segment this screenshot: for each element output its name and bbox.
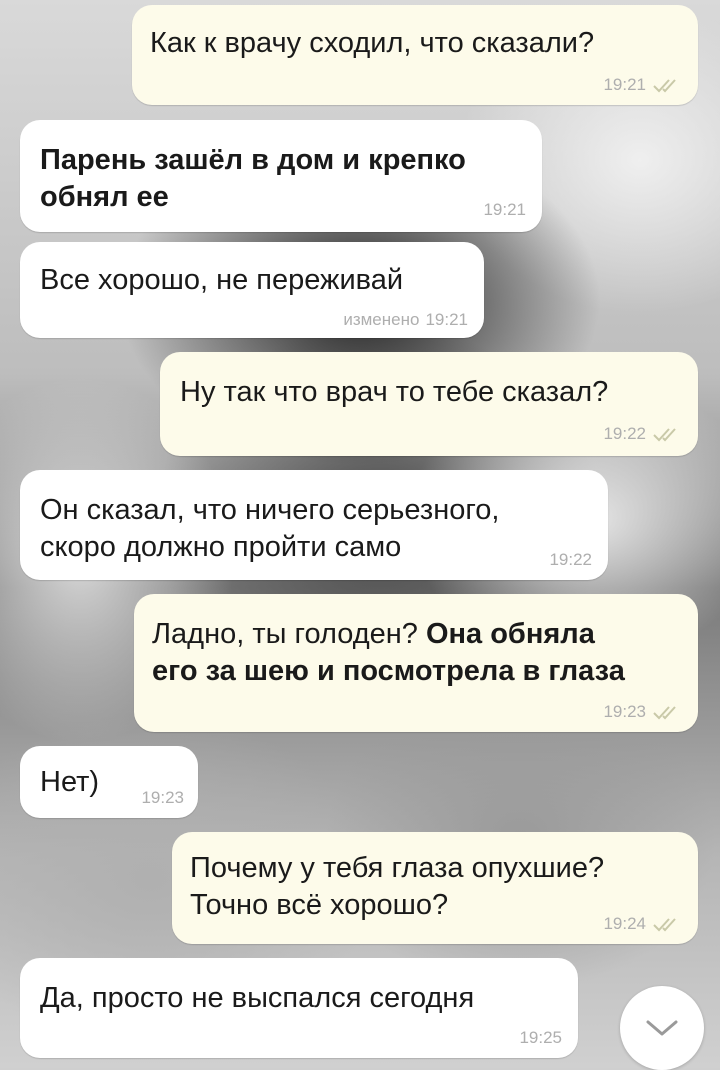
- message-text: Нет): [40, 766, 100, 798]
- message-meta: изменено 19:21: [343, 310, 468, 330]
- bold-text: Она обняла: [425, 618, 595, 650]
- message-list[interactable]: Как к врачу сходил, что сказали? 19:21 П…: [0, 0, 720, 1068]
- message-meta: 19:25: [519, 1028, 562, 1048]
- message-line: обнял ее: [40, 181, 169, 213]
- message-time: 19:21: [425, 310, 468, 329]
- message-line: Точно всё хорошо?: [190, 889, 449, 921]
- incoming-message[interactable]: Парень зашёл в дом и крепко обнял ее 19:…: [20, 120, 542, 232]
- message-meta: 19:22: [549, 550, 592, 570]
- message-text: Он сказал, что ничего серьезного, скоро …: [40, 492, 499, 566]
- scroll-to-bottom-button[interactable]: [620, 986, 704, 1070]
- double-check-icon: [653, 706, 676, 720]
- message-text: Ну так что врач то тебе сказал?: [180, 376, 609, 408]
- message-text: Почему у тебя глаза опухшие? Точно всё х…: [190, 850, 604, 924]
- message-line: Почему у тебя глаза опухшие?: [190, 852, 605, 884]
- message-meta: 19:23: [603, 702, 682, 722]
- message-text: Ладно, ты голоден? Она обняла его за шею…: [152, 616, 625, 690]
- chevron-down-icon: [646, 1020, 678, 1036]
- message-time: 19:22: [603, 424, 646, 443]
- message-line: Ладно, ты голоден? Она обняла: [152, 616, 625, 653]
- incoming-message[interactable]: Все хорошо, не переживай изменено 19:21: [20, 242, 484, 338]
- plain-text: Ладно, ты голоден?: [152, 618, 426, 650]
- message-time: 19:21: [603, 75, 646, 94]
- outgoing-message[interactable]: Как к врачу сходил, что сказали? 19:21: [132, 5, 698, 105]
- message-time: 19:23: [603, 702, 646, 721]
- message-time: 19:23: [141, 788, 184, 807]
- message-meta: 19:23: [141, 788, 184, 808]
- message-text: Парень зашёл в дом и крепко обнял ее: [40, 142, 466, 216]
- message-line: Он сказал, что ничего серьезного,: [40, 494, 500, 526]
- message-meta: 19:22: [603, 424, 682, 444]
- message-text: Как к врачу сходил, что сказали?: [150, 27, 595, 59]
- incoming-message[interactable]: Он сказал, что ничего серьезного, скоро …: [20, 470, 608, 580]
- message-time: 19:22: [549, 550, 592, 569]
- message-line: скоро должно пройти само: [40, 531, 402, 563]
- message-line: Парень зашёл в дом и крепко: [40, 144, 466, 176]
- outgoing-message[interactable]: Ну так что врач то тебе сказал? 19:22: [160, 352, 698, 456]
- message-meta: 19:21: [483, 200, 526, 220]
- message-time: 19:21: [483, 200, 526, 219]
- message-time: 19:25: [519, 1028, 562, 1047]
- incoming-message[interactable]: Нет) 19:23: [20, 746, 198, 818]
- edited-label: изменено: [343, 310, 420, 329]
- double-check-icon: [653, 918, 676, 932]
- outgoing-message[interactable]: Ладно, ты голоден? Она обняла его за шею…: [134, 594, 698, 732]
- message-meta: 19:21: [603, 75, 682, 95]
- message-text: Да, просто не выспался сегодня: [40, 982, 475, 1014]
- message-text: Все хорошо, не переживай: [40, 264, 404, 296]
- message-time: 19:24: [603, 914, 646, 933]
- incoming-message[interactable]: Да, просто не выспался сегодня 19:25: [20, 958, 578, 1058]
- message-line: его за шею и посмотрела в глаза: [152, 655, 625, 687]
- message-meta: 19:24: [603, 914, 682, 934]
- double-check-icon: [653, 428, 676, 442]
- double-check-icon: [653, 79, 676, 93]
- outgoing-message[interactable]: Почему у тебя глаза опухшие? Точно всё х…: [172, 832, 698, 944]
